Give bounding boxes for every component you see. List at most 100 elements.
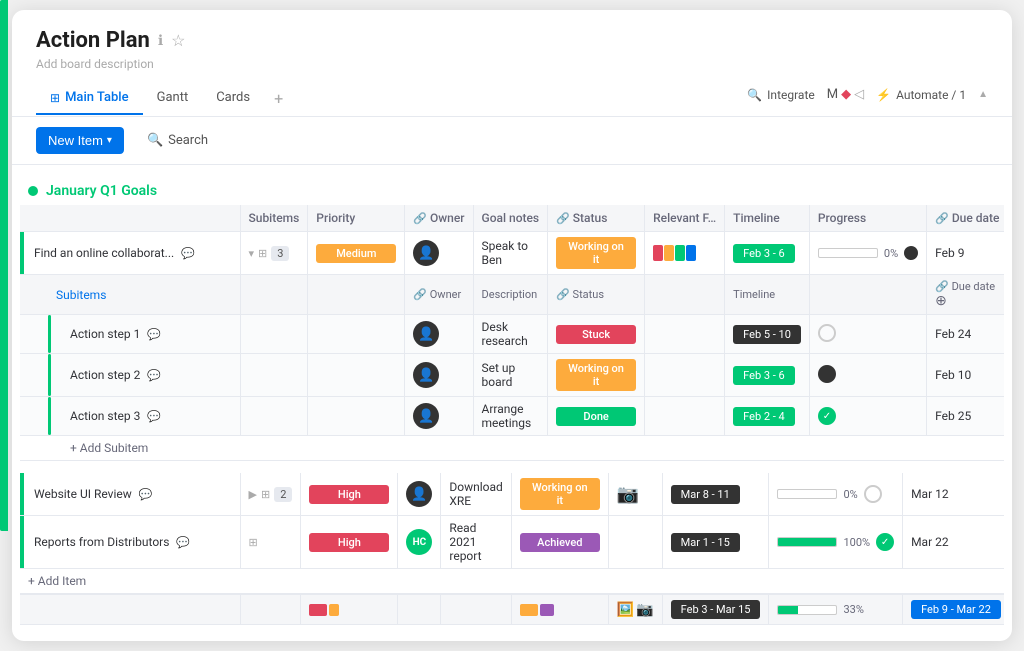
- cell-status: Achieved: [511, 516, 608, 569]
- footer-progress: 33%: [769, 594, 903, 625]
- subitems-label: Subitems: [56, 288, 106, 302]
- automate-chevron[interactable]: ▲: [978, 89, 988, 100]
- cell-sub-owner: 👤: [405, 397, 473, 436]
- expand-icon[interactable]: ▾: [249, 247, 255, 260]
- group-q1-table: Subitems Priority 🔗 Owner Goal notes 🔗 S…: [20, 205, 1004, 461]
- cell-notes: Download XRE: [441, 473, 511, 516]
- add-subitem-cell[interactable]: + Add Subitem: [20, 436, 1004, 461]
- col-relevant: Relevant F…: [645, 205, 725, 232]
- status-badge[interactable]: Done: [556, 407, 636, 426]
- nav-tabs: ⊞ Main Table Gantt Cards +: [36, 81, 293, 116]
- status-badge[interactable]: Achieved: [520, 533, 600, 552]
- cell-subitem-name: Action step 1 💬: [20, 315, 240, 354]
- cell-subitem-name: Action step 2 💬: [20, 354, 240, 397]
- automate-label: Automate / 1: [896, 88, 966, 102]
- board-description[interactable]: Add board description: [36, 57, 988, 71]
- info-icon[interactable]: ℹ: [158, 33, 163, 49]
- header-actions: 🔍 Integrate M ◆ ◁ ⚡ Automate / 1 ▲: [747, 87, 988, 110]
- avatar: 👤: [413, 321, 439, 347]
- cell-timeline: Feb 3 - 6: [725, 232, 810, 275]
- avatar: 👤: [413, 403, 439, 429]
- priority-badge[interactable]: High: [309, 533, 389, 552]
- cell-sub-desc: Arrange meetings: [473, 397, 548, 436]
- cell-sub-due: Feb 24: [927, 315, 1004, 354]
- tab-main-table[interactable]: ⊞ Main Table: [36, 82, 143, 115]
- col-goal-notes: Goal notes: [473, 205, 548, 232]
- add-item-row[interactable]: + Add Item: [20, 569, 1004, 595]
- priority-badge[interactable]: Medium: [316, 244, 396, 263]
- add-column-icon[interactable]: ⊕: [935, 293, 947, 309]
- cell-subitem-name: Action step 3 💬: [20, 397, 240, 436]
- col-due-date: 🔗 Due date: [927, 205, 1004, 232]
- page-title: Action Plan: [36, 28, 150, 53]
- cell-due-date: Feb 9: [927, 232, 1004, 275]
- row-comment-icon[interactable]: 💬: [139, 488, 153, 501]
- status-badge[interactable]: Working on it: [556, 359, 636, 391]
- cell-name: Website UI Review 💬: [20, 473, 240, 516]
- cell-owner: 👤: [405, 232, 473, 275]
- status-badge[interactable]: Stuck: [556, 325, 636, 344]
- timeline-badge: Feb 5 - 10: [733, 325, 801, 344]
- header: Action Plan ℹ ☆ Add board description ⊞ …: [12, 10, 1012, 117]
- cell-notes: Speak to Ben: [473, 232, 548, 275]
- cell-priority: High: [301, 516, 398, 569]
- expand-icon[interactable]: ▶: [249, 488, 257, 501]
- cell-status: Working on it: [548, 232, 645, 275]
- row-comment-icon[interactable]: 💬: [181, 247, 195, 260]
- automate-action[interactable]: ⚡ Automate / 1: [876, 88, 966, 102]
- cell-timeline: Mar 8 - 11: [662, 473, 769, 516]
- footer-summary-row: 🖼️ 📷 Feb 3 - Mar 15: [20, 594, 1004, 625]
- add-view-button[interactable]: +: [264, 81, 293, 116]
- integrate-action[interactable]: 🔍 Integrate: [747, 88, 815, 102]
- cell-name: Find an online collaborat... 💬: [20, 232, 240, 275]
- subitem-comment-icon[interactable]: 💬: [147, 410, 161, 423]
- cell-sub-status: Stuck: [548, 315, 645, 354]
- table-row: Website UI Review 💬 ▶ ⊞ 2 High: [20, 473, 1004, 516]
- progress-circle: [904, 246, 918, 260]
- subitem-icon: ⊞: [249, 536, 258, 549]
- timeline-badge: Mar 1 - 15: [671, 533, 740, 552]
- cell-notes: Read 2021 report: [441, 516, 511, 569]
- cell-progress: 0%: [769, 473, 903, 516]
- circle-empty: [864, 485, 882, 503]
- subitem-comment-icon[interactable]: 💬: [147, 328, 161, 341]
- cell-sub-owner: 👤: [405, 315, 473, 354]
- footer-timeline: Feb 3 - Mar 15: [662, 594, 769, 625]
- integrate-icon: 🔍: [747, 88, 762, 102]
- cell-sub-desc: Set up board: [473, 354, 548, 397]
- new-item-button[interactable]: New Item ▾: [36, 127, 124, 154]
- subitem-count: 3: [271, 246, 289, 261]
- integrate-label: Integrate: [767, 88, 815, 102]
- cell-priority: Medium: [308, 232, 405, 275]
- row-comment-icon[interactable]: 💬: [176, 536, 190, 549]
- status-badge[interactable]: Working on it: [520, 478, 600, 510]
- group-q1-header: January Q1 Goals: [20, 177, 1004, 205]
- tab-main-table-label: Main Table: [65, 90, 129, 105]
- tab-cards-label: Cards: [216, 90, 250, 105]
- cell-sub-owner: 👤: [405, 354, 473, 397]
- cell-sub-due: Feb 10: [927, 354, 1004, 397]
- group-other: Website UI Review 💬 ▶ ⊞ 2 High: [20, 473, 1004, 625]
- col-progress: Progress: [809, 205, 926, 232]
- status-badge[interactable]: Working on it: [556, 237, 636, 269]
- tab-cards[interactable]: Cards: [202, 82, 264, 115]
- cell-name: Reports from Distributors 💬: [20, 516, 240, 569]
- subitem-comment-icon[interactable]: 💬: [147, 369, 161, 382]
- title-row: Action Plan ℹ ☆: [36, 28, 988, 53]
- add-item-cell[interactable]: + Add Item: [20, 569, 1004, 595]
- cell-due-date: Mar 22: [903, 516, 1004, 569]
- timeline-badge: Feb 2 - 4: [733, 407, 795, 426]
- cell-progress: 0%: [809, 232, 926, 275]
- progress-bar: [777, 489, 837, 499]
- cell-subitems: ▾ ⊞ 3: [240, 232, 308, 275]
- search-bar[interactable]: 🔍 Search: [136, 127, 219, 154]
- star-icon[interactable]: ☆: [171, 31, 185, 50]
- integration-m-icon: M: [827, 87, 838, 102]
- cell-owner: 👤: [398, 473, 441, 516]
- tab-gantt[interactable]: Gantt: [143, 82, 203, 115]
- progress-text: 0%: [884, 247, 898, 260]
- main-content: January Q1 Goals Subitems Priority 🔗 Own…: [12, 177, 1012, 641]
- add-subitem-row[interactable]: + Add Subitem: [20, 436, 1004, 461]
- priority-badge[interactable]: High: [309, 485, 389, 504]
- col-owner: 🔗 Owner: [405, 205, 473, 232]
